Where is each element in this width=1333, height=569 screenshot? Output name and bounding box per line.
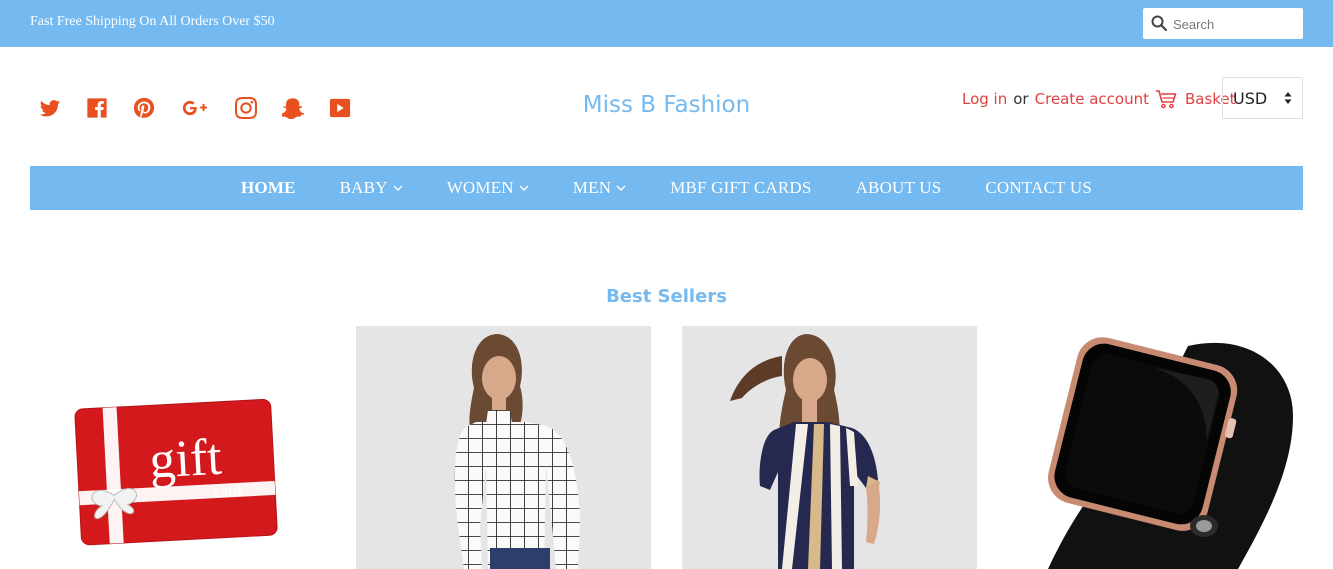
gift-card-image: gift card: [74, 398, 278, 546]
best-sellers-heading: Best Sellers: [606, 286, 727, 307]
chevron-down-icon: [519, 185, 529, 191]
nav-label: MBF GIFT CARDS: [670, 178, 812, 197]
login-link[interactable]: Log in: [962, 90, 1007, 108]
product-card-striped-top[interactable]: [682, 326, 977, 569]
nav-label: ABOUT US: [855, 178, 942, 197]
announcement-bar: Fast Free Shipping On All Orders Over $5…: [0, 0, 1333, 47]
nav-item-contact-us[interactable]: CONTACT US: [963, 178, 1114, 198]
nav-item-gift-cards[interactable]: MBF GIFT CARDS: [648, 178, 833, 198]
product-card-gift-card[interactable]: gift card: [30, 326, 325, 569]
nav-item-men[interactable]: MEN: [551, 178, 648, 198]
search-input[interactable]: [1173, 14, 1297, 34]
or-text: or: [1013, 90, 1029, 108]
nav-item-women[interactable]: WOMEN: [425, 178, 551, 198]
nav-label: HOME: [241, 178, 296, 197]
product-image-smart-watch: [1047, 337, 1293, 569]
nav-item-home[interactable]: HOME: [219, 178, 318, 198]
product-card-grid-blouse[interactable]: [356, 326, 651, 569]
currency-select[interactable]: USD: [1222, 77, 1303, 119]
nav-label: MEN: [572, 178, 612, 197]
nav-item-about-us[interactable]: ABOUT US: [834, 178, 964, 198]
product-image-grid-blouse: [454, 334, 580, 569]
nav-label: WOMEN: [446, 178, 514, 197]
search-box[interactable]: [1143, 8, 1303, 39]
nav-label: BABY: [339, 178, 388, 197]
select-arrows-icon: [1284, 92, 1292, 104]
gift-card-text: gift: [148, 429, 224, 490]
currency-value: USD: [1233, 89, 1268, 108]
shipping-promo-text: Fast Free Shipping On All Orders Over $5…: [30, 14, 275, 29]
gift-card-subtext: card: [214, 483, 242, 501]
chevron-down-icon: [393, 185, 403, 191]
create-account-link[interactable]: Create account: [1035, 90, 1149, 108]
chevron-down-icon: [616, 185, 626, 191]
account-links: Log in or Create account Basket: [962, 89, 1236, 109]
product-image-striped-top: [730, 334, 881, 569]
search-icon[interactable]: [1151, 15, 1167, 31]
nav-label: CONTACT US: [985, 178, 1092, 197]
cart-icon[interactable]: [1155, 89, 1177, 109]
nav-item-baby[interactable]: BABY: [318, 178, 425, 198]
main-navigation: HOME BABY WOMEN MEN MBF GIFT CARDS ABOUT…: [30, 166, 1303, 210]
product-card-smart-watch[interactable]: [1008, 326, 1303, 569]
